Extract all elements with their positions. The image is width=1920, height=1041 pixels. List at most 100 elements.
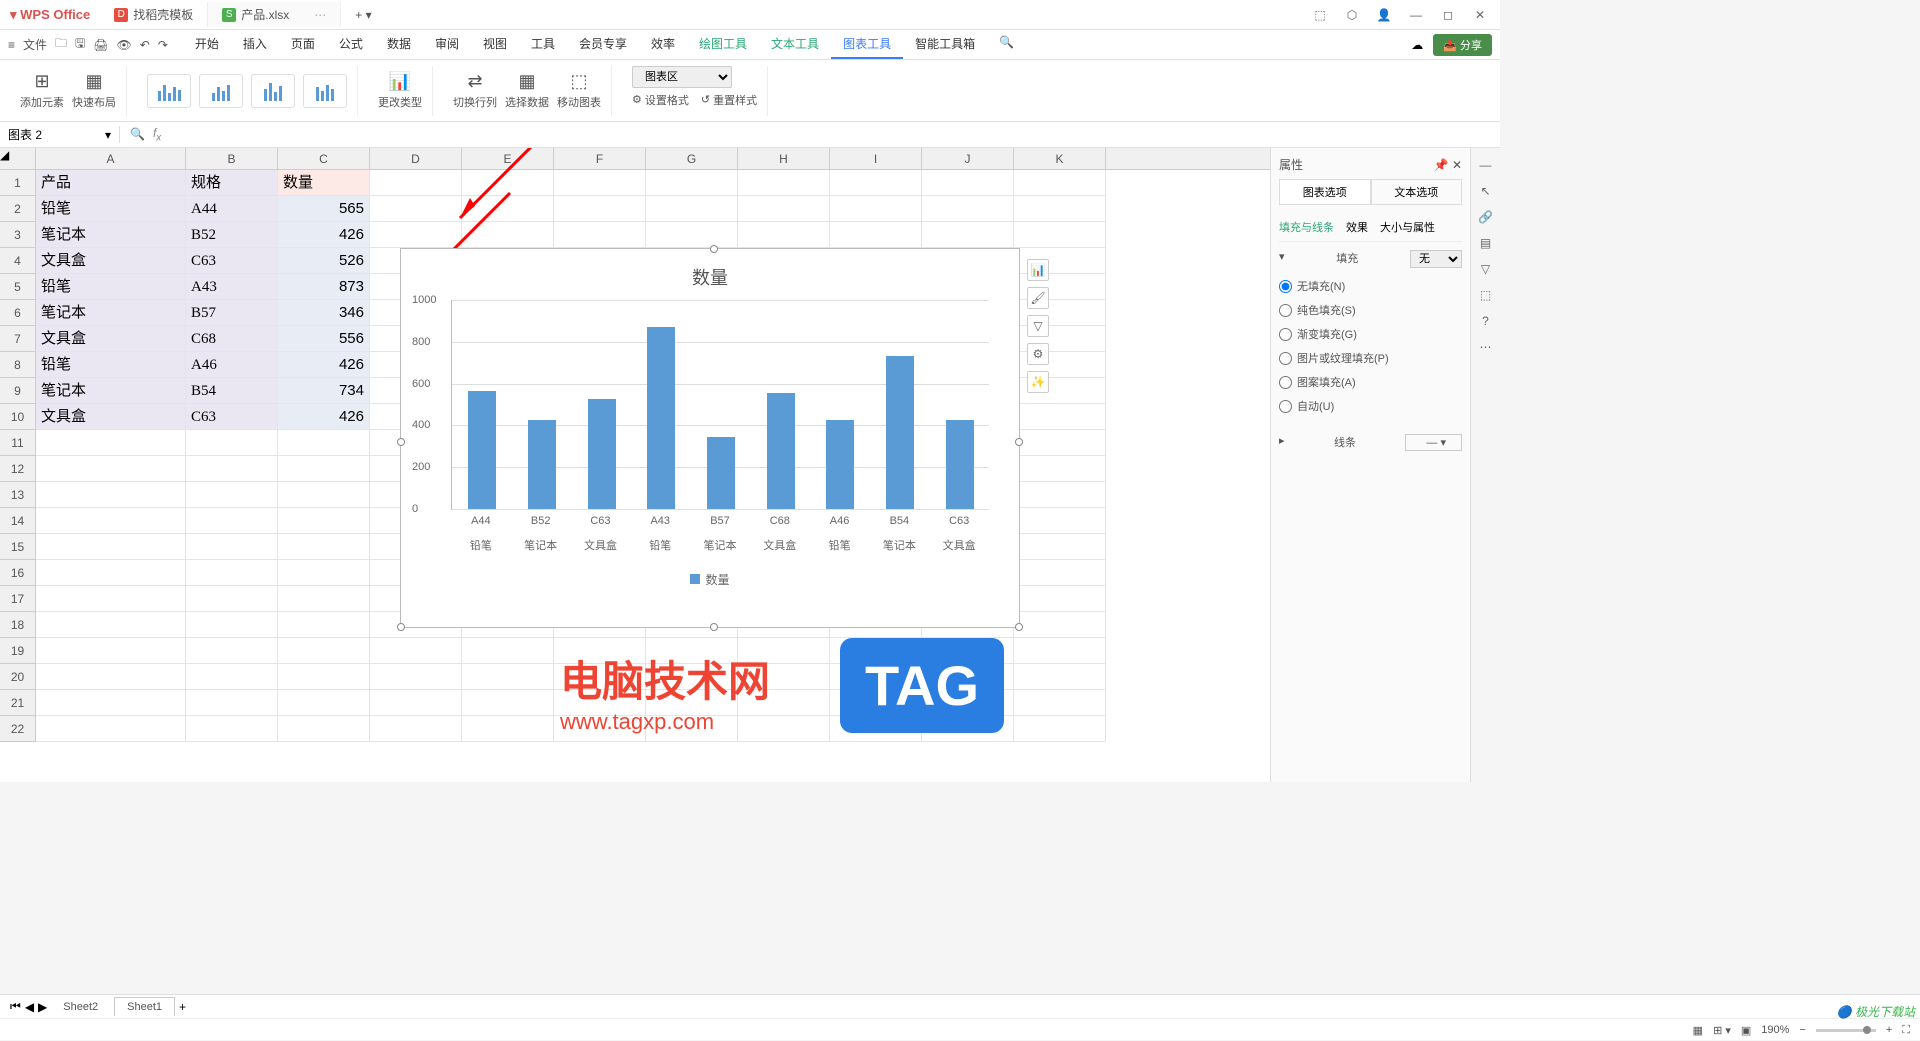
menu-draw-tools[interactable]: 绘图工具 [687, 30, 759, 59]
cell[interactable]: 产品 [36, 170, 186, 196]
file-menu[interactable]: 文件 [23, 36, 47, 53]
row-header[interactable]: 13 [0, 482, 36, 508]
cell[interactable] [278, 716, 370, 742]
col-header[interactable]: C [278, 148, 370, 169]
subtab-effect[interactable]: 效果 [1346, 219, 1368, 235]
col-header[interactable]: H [738, 148, 830, 169]
cell[interactable] [1014, 560, 1106, 586]
zoom-slider[interactable] [1816, 1029, 1876, 1032]
view-page-icon[interactable]: ▣ [1741, 1024, 1751, 1037]
cell[interactable] [370, 664, 462, 690]
cell[interactable]: 铅笔 [36, 352, 186, 378]
cell[interactable] [278, 508, 370, 534]
cell[interactable] [738, 196, 830, 222]
cell[interactable]: A44 [186, 196, 278, 222]
zoom-out-icon[interactable]: − [1799, 1024, 1805, 1036]
fx-search-icon[interactable]: 🔍 [130, 127, 145, 141]
cell[interactable] [830, 170, 922, 196]
set-format-button[interactable]: ⚙ 设置格式 [632, 92, 689, 108]
sheet-next-icon[interactable]: ▶ [38, 1000, 47, 1014]
cell[interactable] [554, 196, 646, 222]
cell[interactable] [36, 612, 186, 638]
cell[interactable] [1014, 404, 1106, 430]
row-header[interactable]: 22 [0, 716, 36, 742]
cell[interactable] [922, 196, 1014, 222]
tab-template[interactable]: D 找稻壳模板 [100, 2, 208, 27]
cell[interactable]: 526 [278, 248, 370, 274]
chart-bar[interactable] [767, 393, 795, 509]
help-icon[interactable]: ? [1482, 314, 1489, 328]
menu-review[interactable]: 审阅 [423, 30, 471, 59]
cell[interactable] [922, 222, 1014, 248]
row-header[interactable]: 11 [0, 430, 36, 456]
cell[interactable] [36, 716, 186, 742]
cell[interactable]: C68 [186, 326, 278, 352]
row-header[interactable]: 6 [0, 300, 36, 326]
row-header[interactable]: 4 [0, 248, 36, 274]
menu-icon[interactable]: ≡ [8, 38, 15, 52]
cell[interactable] [186, 716, 278, 742]
avatar-icon[interactable]: 👤 [1374, 8, 1394, 22]
redo-icon[interactable]: ↷ [158, 38, 168, 52]
opt-picture[interactable]: 图片或纹理填充(P) [1279, 346, 1462, 370]
opt-none[interactable]: 无填充(N) [1279, 274, 1462, 298]
cell[interactable] [1014, 170, 1106, 196]
filter-icon[interactable]: ▽ [1481, 262, 1490, 276]
undo-icon[interactable]: ↶ [140, 38, 150, 52]
cell[interactable] [186, 560, 278, 586]
cell[interactable] [1014, 508, 1106, 534]
collapse-icon[interactable]: — [1480, 158, 1492, 172]
cell[interactable] [462, 690, 554, 716]
cell[interactable] [278, 664, 370, 690]
cell[interactable] [554, 170, 646, 196]
cell[interactable]: 426 [278, 404, 370, 430]
props-tab-chart[interactable]: 图表选项 [1279, 179, 1371, 205]
row-header[interactable]: 15 [0, 534, 36, 560]
tab-menu-icon[interactable]: ⋯ [314, 8, 326, 22]
menu-start[interactable]: 开始 [183, 30, 231, 59]
chevron-down-icon[interactable]: ▾ [105, 128, 111, 142]
cell[interactable]: B52 [186, 222, 278, 248]
cell[interactable] [1014, 222, 1106, 248]
chart-magic-icon[interactable]: ✨ [1027, 371, 1049, 393]
row-header[interactable]: 3 [0, 222, 36, 248]
cell[interactable]: 426 [278, 222, 370, 248]
cell[interactable] [922, 170, 1014, 196]
add-sheet-icon[interactable]: + [179, 1000, 186, 1014]
cell[interactable] [186, 482, 278, 508]
minimize-icon[interactable]: — [1406, 8, 1426, 22]
row-header[interactable]: 21 [0, 690, 36, 716]
cell[interactable] [1014, 716, 1106, 742]
cell[interactable] [278, 690, 370, 716]
cell[interactable] [36, 560, 186, 586]
cell[interactable] [1014, 638, 1106, 664]
props-tab-text[interactable]: 文本选项 [1371, 179, 1463, 205]
row-header[interactable]: 9 [0, 378, 36, 404]
cell[interactable]: 笔记本 [36, 300, 186, 326]
cell[interactable] [462, 664, 554, 690]
col-header[interactable]: B [186, 148, 278, 169]
cell[interactable]: 873 [278, 274, 370, 300]
link-icon[interactable]: 🔗 [1478, 210, 1493, 224]
col-header[interactable]: G [646, 148, 738, 169]
cell[interactable]: C63 [186, 248, 278, 274]
row-header[interactable]: 16 [0, 560, 36, 586]
sheet-first-icon[interactable]: ⏮ [10, 999, 21, 1014]
cell[interactable] [646, 196, 738, 222]
view-layout-icon[interactable]: ⊞ ▾ [1713, 1024, 1731, 1037]
chart-filter-icon[interactable]: ▽ [1027, 315, 1049, 337]
select-data-button[interactable]: ▦选择数据 [505, 71, 549, 110]
fullscreen-icon[interactable]: ⛶ [1902, 1024, 1910, 1037]
chart-bar[interactable] [647, 327, 675, 509]
cell[interactable] [278, 534, 370, 560]
cell[interactable]: 文具盒 [36, 248, 186, 274]
row-header[interactable]: 19 [0, 638, 36, 664]
row-header[interactable]: 20 [0, 664, 36, 690]
cell[interactable] [1014, 664, 1106, 690]
cell[interactable] [1014, 456, 1106, 482]
menu-efficiency[interactable]: 效率 [639, 30, 687, 59]
menu-formula[interactable]: 公式 [327, 30, 375, 59]
chart-bar[interactable] [528, 420, 556, 509]
cell[interactable] [36, 638, 186, 664]
cell[interactable] [36, 534, 186, 560]
